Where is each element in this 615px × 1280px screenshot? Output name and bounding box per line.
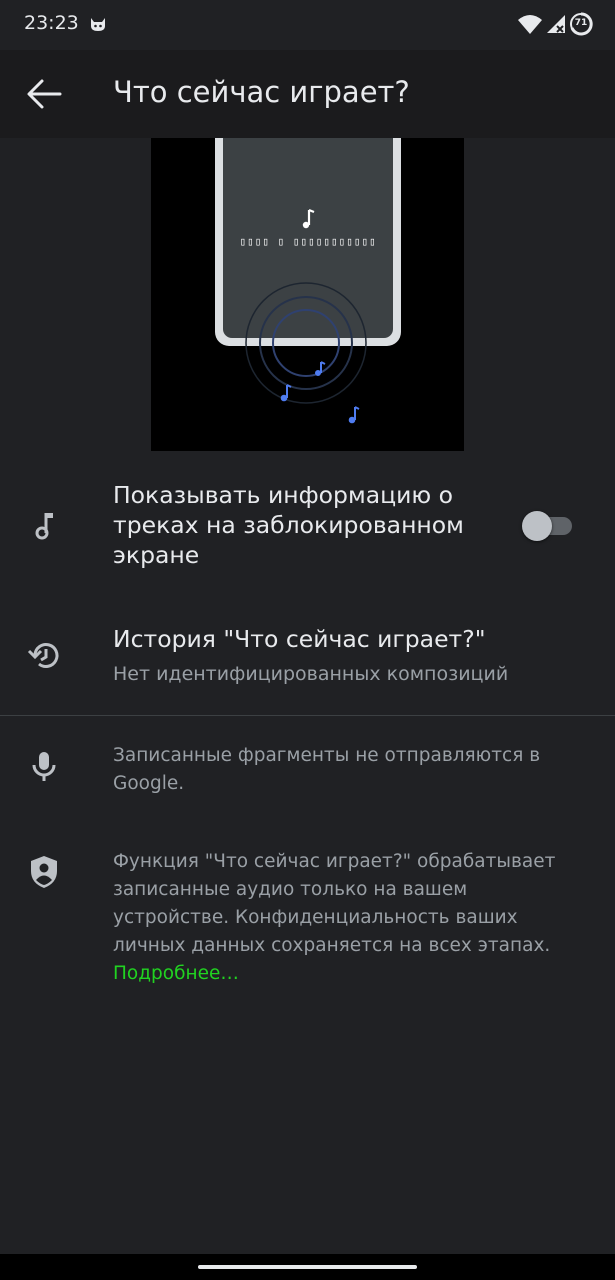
mic-info-text: Записанные фрагменты не отправляются в G… [113,745,541,794]
page-title: Что сейчас играет? [113,75,410,109]
history-setting[interactable]: История "Что сейчас играет?" Нет идентиф… [0,625,615,695]
cell-signal-icon [547,15,565,33]
cat-notification-icon [91,18,105,31]
status-bar: 23:23 71 [0,0,615,50]
now-playing-illustration: ▯▯▯▯ ▯ ▯▯▯▯▯▯▯▯▯▯▯ [151,118,464,451]
learn-more-link[interactable]: Подробнее… [113,963,239,984]
history-subtitle: Нет идентифицированных композиций [113,663,509,685]
privacy-info-text: Функция "Что сейчас играет?" обрабатывае… [113,848,583,988]
privacy-text: Функция "Что сейчас играет?" обрабатывае… [113,851,556,956]
toggle-thumb [522,511,552,541]
phone-illustration [215,118,401,424]
lockscreen-info-toggle[interactable] [522,510,574,541]
history-title: История "Что сейчас играет?" [113,625,486,653]
blue-note-icon [280,361,360,424]
status-time: 23:23 [24,12,79,34]
battery-level: 71 [574,18,588,28]
privacy-info: Функция "Что сейчас играет?" обрабатывае… [0,848,615,998]
mic-info: Записанные фрагменты не отправляются в G… [0,742,615,802]
music-note-icon [35,513,53,540]
arrow-back-icon [27,79,62,109]
back-button[interactable] [20,72,68,116]
illustration-lyrics: ▯▯▯▯ ▯ ▯▯▯▯▯▯▯▯▯▯▯ [239,235,377,248]
microphone-icon [32,752,56,781]
divider [0,715,615,716]
lockscreen-info-setting[interactable]: Показывать информацию о треках на заблок… [0,480,615,580]
home-gesture-handle[interactable] [198,1265,417,1269]
wifi-icon [518,15,542,34]
lockscreen-info-title: Показывать информацию о треках на заблок… [113,481,464,569]
navigation-bar [0,1254,615,1280]
history-icon [27,643,59,668]
app-bar: Что сейчас играет? [0,50,615,138]
shield-person-icon [31,856,57,888]
